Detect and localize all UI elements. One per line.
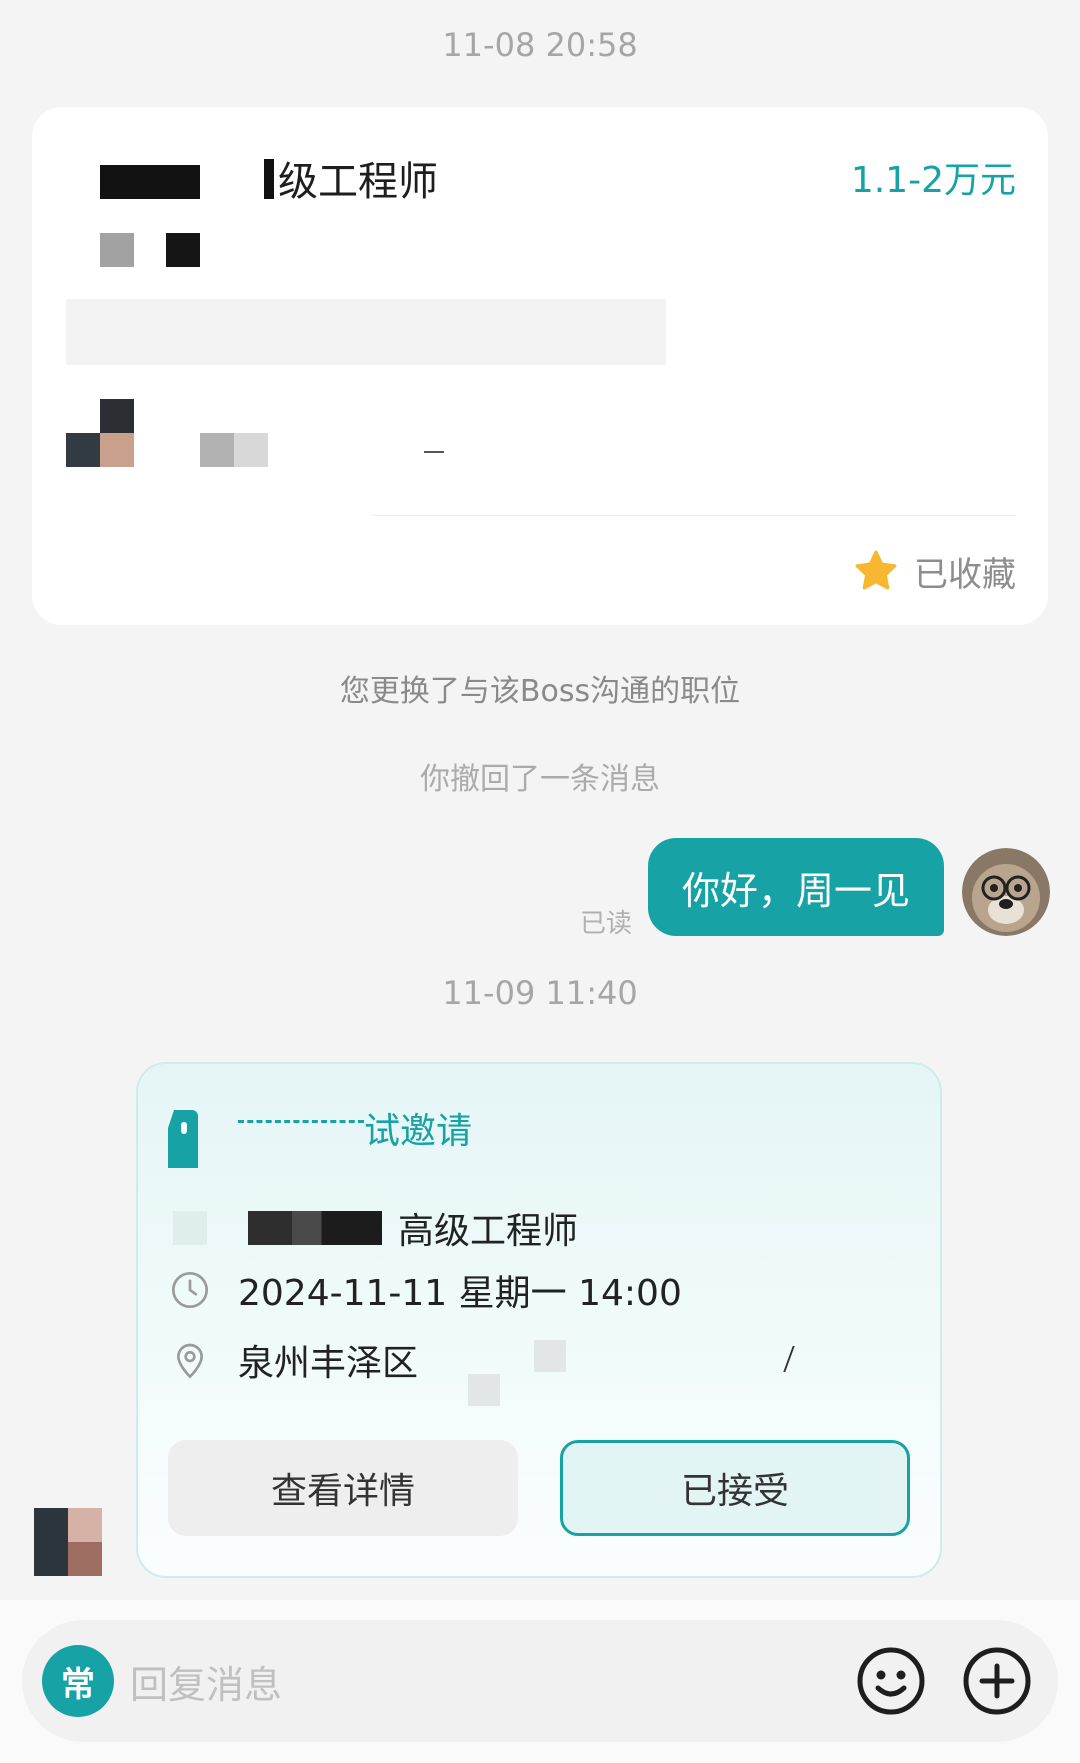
invite-position-row: 高级工程师: [168, 1202, 578, 1254]
recruiter-avatar-redacted: [66, 399, 134, 467]
favorite-label: 已收藏: [914, 554, 1016, 595]
redacted-title-prefix: [238, 1120, 364, 1130]
my-message-bubble[interactable]: 你好，周一见: [647, 838, 944, 936]
plus-icon[interactable]: [962, 1646, 1032, 1716]
common-phrases-label: 常: [61, 1664, 95, 1705]
emoji-icon[interactable]: [856, 1646, 926, 1716]
redacted-block: [166, 233, 200, 267]
read-status: 已读: [579, 909, 632, 939]
invite-datetime: 2024-11-11 星期一 14:00: [238, 1273, 682, 1314]
reply-input[interactable]: 回复消息: [130, 1654, 856, 1709]
my-avatar[interactable]: [962, 848, 1050, 936]
job-title: 级工程师: [278, 159, 438, 205]
redacted-block: [100, 233, 134, 267]
timestamp-1: 11-08 20:58: [442, 26, 638, 64]
invite-position: 高级工程师: [398, 1211, 579, 1252]
view-details-label: 查看详情: [270, 1471, 415, 1512]
invite-time-row: 2024-11-11 星期一 14:00: [168, 1264, 682, 1316]
redacted-tags: [66, 299, 666, 365]
view-details-button[interactable]: 查看详情: [168, 1440, 518, 1536]
common-phrases-button[interactable]: 常: [42, 1645, 114, 1717]
reply-input-container[interactable]: 常 回复消息: [22, 1620, 1058, 1742]
redacted-company: [248, 1211, 382, 1245]
redacted-mark: [264, 159, 274, 199]
star-icon: [855, 550, 897, 590]
company-logo-redacted: [100, 165, 200, 199]
invite-location: 泉州丰泽区: [238, 1343, 419, 1384]
my-message-text: 你好，周一见: [681, 868, 910, 913]
location-icon: [176, 1343, 204, 1379]
redacted-address: [468, 1374, 500, 1406]
invite-location-row: 泉州丰泽区: [168, 1334, 418, 1386]
clock-icon: [172, 1272, 208, 1308]
accepted-label: 已接受: [680, 1471, 789, 1512]
job-card[interactable]: 级工程师 1.1-2万元 已收藏: [32, 107, 1048, 625]
system-message-recalled: 你撤回了一条消息: [420, 762, 660, 797]
redacted-address: [534, 1340, 566, 1372]
salary: 1.1-2万元: [850, 160, 1016, 201]
redacted-mark: [783, 1346, 807, 1372]
input-bar: 常 回复消息: [0, 1600, 1080, 1763]
recruiter-avatar[interactable]: [34, 1508, 102, 1576]
accepted-button[interactable]: 已接受: [560, 1440, 910, 1536]
redacted-mark: [424, 451, 444, 453]
favorite-toggle[interactable]: 已收藏: [852, 543, 1016, 599]
redacted-icon: [168, 1206, 212, 1250]
divider: [372, 515, 1016, 516]
interview-icon: [168, 1110, 198, 1168]
timestamp-2: 11-09 11:40: [442, 974, 638, 1012]
recruiter-name-redacted: [200, 433, 268, 467]
invite-title: 试邀请: [364, 1111, 473, 1152]
avatar-dog-image: [962, 848, 1050, 936]
system-message-position-changed: 您更换了与该Boss沟通的职位: [339, 674, 741, 709]
interview-invite-card[interactable]: 试邀请 高级工程师 2024-11-11 星期一 14:00 泉州丰泽区 查看详…: [136, 1062, 942, 1578]
